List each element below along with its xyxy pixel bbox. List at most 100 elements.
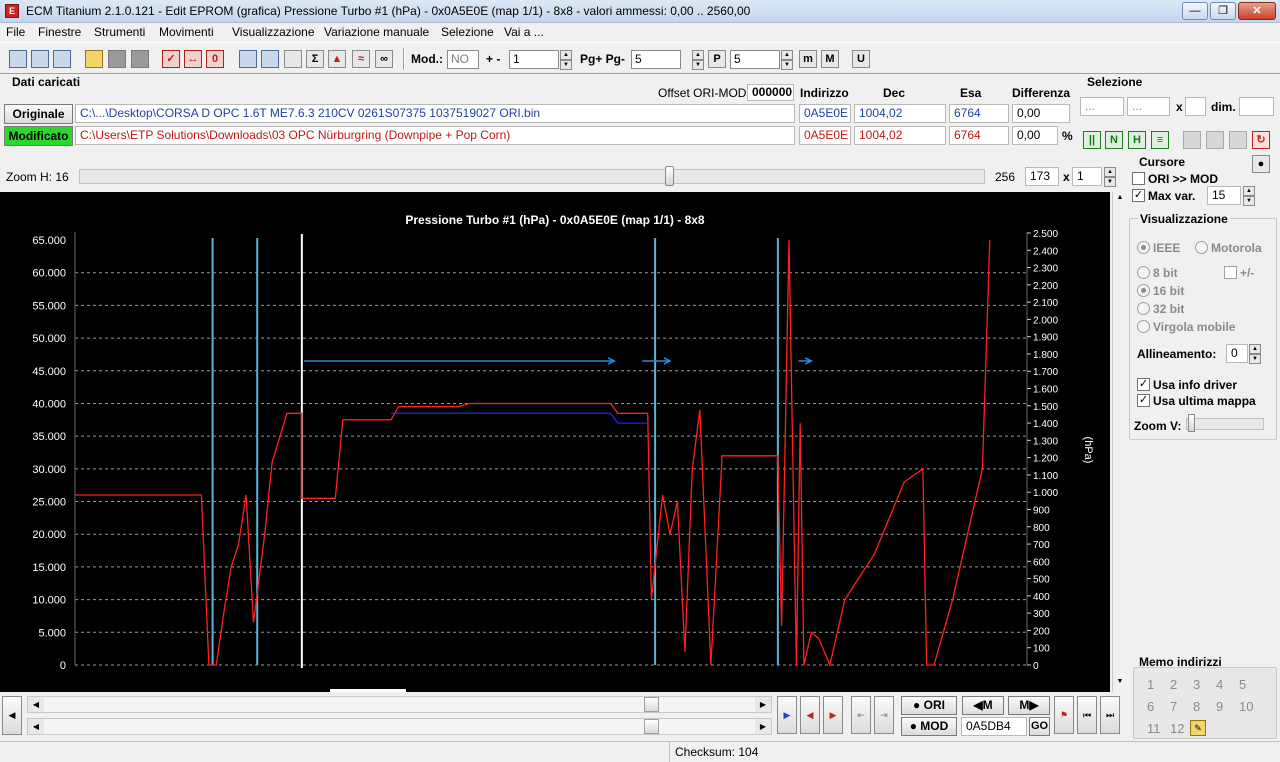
memo-item-5[interactable]: 5	[1239, 677, 1246, 692]
checksum-icon[interactable]: ✓	[162, 50, 180, 68]
hscroll-top-left-icon[interactable]: ◀	[28, 697, 44, 712]
p-up-icon[interactable]: ▲	[781, 50, 793, 60]
ori-button[interactable]: ● ORI	[901, 696, 957, 715]
hscroll-bottom-left-icon[interactable]: ◀	[28, 719, 44, 734]
max-var-down-icon[interactable]: ▼	[1243, 196, 1255, 206]
m-small-icon[interactable]: m	[799, 50, 817, 68]
u-icon[interactable]: U	[852, 50, 870, 68]
refresh-icon[interactable]: ↻	[1252, 131, 1270, 149]
compare-icon[interactable]: ↔	[184, 50, 202, 68]
chart-svg[interactable]: 65.000 60.000 55.000 50.000 45.000 40.000 35.0…	[0, 192, 1110, 692]
menu-vai-a[interactable]: Vai a ...	[504, 25, 544, 39]
hscroll-top-right-icon[interactable]: ▶	[755, 697, 771, 712]
select-all-icon[interactable]: ≡	[1151, 131, 1169, 149]
p-down-icon[interactable]: ▼	[781, 60, 793, 70]
zoom-factor-field[interactable]: 1	[1072, 167, 1102, 186]
driver-info-checkbox[interactable]: ✓	[1137, 378, 1150, 391]
menu-variazione-manuale[interactable]: Variazione manuale	[324, 25, 429, 39]
chart-vscroll[interactable]: ▲ ▼	[1112, 192, 1126, 692]
max-var-up-icon[interactable]: ▲	[1243, 186, 1255, 196]
align-field[interactable]: 0	[1226, 344, 1248, 363]
vscroll-up-icon[interactable]: ▲	[1115, 194, 1125, 204]
chart-area[interactable]: 65.000 60.000 55.000 50.000 45.000 40.000 35.0…	[0, 192, 1110, 692]
last-page-button[interactable]: ⏭	[1100, 696, 1120, 734]
menu-file[interactable]: File	[6, 25, 25, 39]
mod-field[interactable]: NO	[447, 50, 479, 69]
color-icon[interactable]: ▲	[328, 50, 346, 68]
first-page-button[interactable]: ⏮	[1077, 696, 1097, 734]
ori-mod-checkbox[interactable]	[1132, 172, 1145, 185]
zoom-up-icon[interactable]: ▲	[1104, 167, 1116, 177]
max-var-field[interactable]: 15	[1207, 186, 1241, 205]
p-field[interactable]: 5	[730, 50, 780, 69]
memo-item-1[interactable]: 1	[1147, 677, 1154, 692]
close-button[interactable]: ✕	[1238, 2, 1276, 20]
zoom-v-thumb[interactable]	[1188, 414, 1195, 432]
memo-item-6[interactable]: 6	[1147, 699, 1154, 714]
zero-value-icon[interactable]: 0	[206, 50, 224, 68]
max-var-checkbox[interactable]: ✓	[1132, 189, 1145, 202]
memo-item-12[interactable]: 12	[1170, 721, 1184, 736]
zoom-down-icon[interactable]: ▼	[1104, 177, 1116, 187]
menu-selezione[interactable]: Selezione	[441, 25, 494, 39]
flag-icon[interactable]: ⚑	[1054, 696, 1074, 734]
address-field[interactable]: 0A5DB4	[961, 717, 1027, 736]
memo-item-10[interactable]: 10	[1239, 699, 1253, 714]
memo-item-7[interactable]: 7	[1170, 699, 1177, 714]
select-diag-icon[interactable]: N	[1105, 131, 1123, 149]
hscroll-bottom-thumb[interactable]	[644, 719, 659, 734]
original-button[interactable]: Originale	[4, 104, 73, 124]
selection-to[interactable]: ...	[1127, 97, 1170, 116]
p-icon[interactable]: P	[708, 50, 726, 68]
pg-up-icon[interactable]: ▲	[692, 50, 704, 60]
hscroll-bottom-right-icon[interactable]: ▶	[755, 719, 771, 734]
memory-icon[interactable]	[261, 50, 279, 68]
new-window-icon[interactable]	[9, 50, 27, 68]
memo-item-8[interactable]: 8	[1193, 699, 1200, 714]
m-large-icon[interactable]: M	[821, 50, 839, 68]
dim-field[interactable]	[1239, 97, 1274, 116]
menu-strumenti[interactable]: Strumenti	[94, 25, 145, 39]
zoom-v-slider[interactable]	[1186, 418, 1264, 430]
pg-field[interactable]: 5	[631, 50, 681, 69]
offset-field[interactable]: 000000	[747, 84, 794, 101]
left-end-button[interactable]: ◀	[2, 696, 22, 735]
prev-red-button[interactable]: ◀	[800, 696, 820, 734]
zoom-h-slider-thumb[interactable]	[665, 166, 674, 186]
paste-icon[interactable]	[284, 50, 302, 68]
next-m-button[interactable]: M▶	[1008, 696, 1050, 715]
open-folder-icon[interactable]	[85, 50, 103, 68]
copy-icon[interactable]	[239, 50, 257, 68]
minimize-button[interactable]: —	[1182, 2, 1208, 20]
plusminus-down-icon[interactable]: ▼	[560, 60, 572, 70]
memo-item-11[interactable]: 11	[1147, 721, 1161, 736]
menu-movimenti[interactable]: Movimenti	[159, 25, 214, 39]
prev-m-button[interactable]: ◀M	[962, 696, 1004, 715]
plusminus-up-icon[interactable]: ▲	[560, 50, 572, 60]
hscroll-top[interactable]: ◀ ▶	[27, 696, 772, 713]
select-rows-icon[interactable]: H	[1128, 131, 1146, 149]
memo-item-4[interactable]: 4	[1216, 677, 1223, 692]
lock-icon[interactable]: ●	[1252, 155, 1270, 173]
selection-from[interactable]: ...	[1080, 97, 1124, 116]
next-red-button[interactable]: ▶	[823, 696, 843, 734]
vscroll-down-icon[interactable]: ▼	[1115, 678, 1125, 688]
modified-button[interactable]: Modificato	[4, 126, 73, 146]
next-step-button[interactable]: ▶	[777, 696, 797, 734]
sum-icon[interactable]: Σ	[306, 50, 324, 68]
menu-visualizzazione[interactable]: Visualizzazione	[232, 25, 315, 39]
go-button[interactable]: GO	[1029, 717, 1050, 736]
tile-windows-icon[interactable]	[53, 50, 71, 68]
cascade-windows-icon[interactable]	[31, 50, 49, 68]
selection-width[interactable]	[1185, 97, 1206, 116]
restore-button[interactable]: ❐	[1210, 2, 1236, 20]
select-cols-icon[interactable]: ||	[1083, 131, 1101, 149]
search-binoculars-icon[interactable]: ∞	[375, 50, 393, 68]
hscroll-top-thumb[interactable]	[644, 697, 659, 712]
last-map-checkbox[interactable]: ✓	[1137, 394, 1150, 407]
align-down-icon[interactable]: ▼	[1249, 354, 1261, 364]
graph-icon[interactable]: ≈	[352, 50, 370, 68]
hscroll-bottom[interactable]: ◀ ▶	[27, 718, 772, 735]
zoom-173-field[interactable]: 173	[1025, 167, 1059, 186]
zoom-h-slider-track[interactable]	[79, 169, 985, 184]
